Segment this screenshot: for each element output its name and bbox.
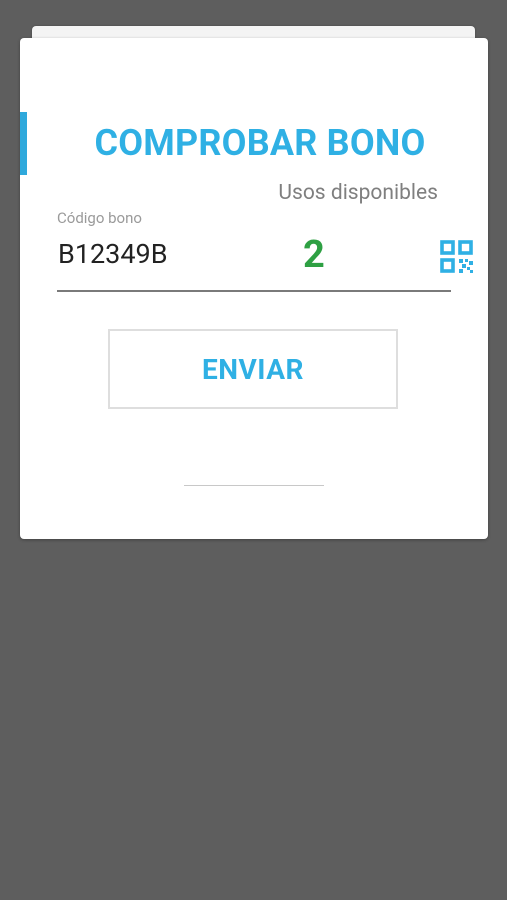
- available-uses-label: Usos disponibles: [278, 181, 438, 205]
- screen: COMPROBAR BONO Usos disponibles Código b…: [0, 0, 507, 900]
- voucher-code-input[interactable]: [58, 236, 438, 272]
- available-uses-count: 2: [303, 233, 325, 277]
- check-voucher-dialog: COMPROBAR BONO Usos disponibles Código b…: [20, 38, 488, 539]
- qr-code-icon: [440, 240, 473, 273]
- input-underline: [57, 290, 451, 292]
- dialog-title: COMPROBAR BONO: [94, 122, 426, 164]
- divider: [184, 485, 324, 486]
- qr-scan-button[interactable]: [440, 240, 473, 273]
- send-button[interactable]: ENVIAR: [108, 329, 398, 409]
- voucher-code-label: Código bono: [57, 209, 142, 227]
